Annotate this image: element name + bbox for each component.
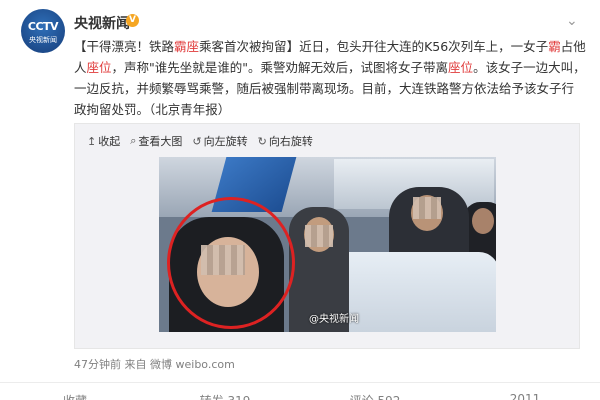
rotate-left-button[interactable]: ↺ 向左旋转 <box>192 133 247 149</box>
media-viewer: ↥ 收起 ⌕ 查看大图 ↺ 向左旋转 ↻ 向右旋转 @央视新闻 <box>74 123 580 349</box>
verified-icon: V <box>126 14 139 27</box>
photo-watermark: @央视新闻 <box>309 314 359 325</box>
post-text: 【干得漂亮！铁路霸座乘客首次被拘留】近日，包头开往大连的K56次列车上，一女子霸… <box>74 36 586 120</box>
media-toolbar: ↥ 收起 ⌕ 查看大图 ↺ 向左旋转 ↻ 向右旋转 <box>87 133 313 149</box>
highlight-3: 座位 <box>448 60 474 75</box>
face-mosaic <box>305 225 333 247</box>
tag-open: 【 <box>74 39 87 54</box>
source-prefix: 来自 <box>124 358 147 371</box>
like-button[interactable]: 2011 <box>450 392 600 400</box>
title-a: 干得漂亮！铁路 <box>86 39 175 54</box>
cctv-logo-sub: 央视新闻 <box>29 36 57 44</box>
highlight-2: 座位 <box>86 60 112 75</box>
collapse-icon: ↥ <box>87 134 97 148</box>
rotate-left-icon: ↺ <box>192 134 202 148</box>
tag-close: 】 <box>286 39 300 54</box>
author-name[interactable]: 央视新闻 <box>74 13 130 33</box>
repost-button[interactable]: 转发 319 <box>150 392 300 400</box>
post-meta: 47分钟前 来自 微博 weibo.com <box>74 356 235 372</box>
rotate-right-button[interactable]: ↻ 向右旋转 <box>258 133 313 149</box>
view-large-button[interactable]: ⌕ 查看大图 <box>130 133 182 149</box>
avatar[interactable]: CCTV 央视新闻 <box>21 9 65 53</box>
title-highlight: 霸座 <box>174 39 200 54</box>
rotate-right-icon: ↻ <box>257 134 267 148</box>
cctv-logo: CCTV <box>27 20 59 33</box>
body-a: 近日，包头开往大连的K56次列车上，一女子 <box>299 39 549 54</box>
comment-button[interactable]: 评论 592 <box>300 392 450 400</box>
face-mosaic <box>413 197 441 219</box>
collapse-button[interactable]: ↥ 收起 <box>87 133 120 149</box>
body-c: ，声称"谁先坐就是谁的"。乘警劝解无效后，试图将女子带离 <box>111 60 449 75</box>
action-bar: 收藏 转发 319 评论 592 2011 <box>0 392 600 400</box>
post-source[interactable]: 微博 weibo.com <box>150 358 235 371</box>
title-b: 乘客首次被拘留 <box>199 39 287 54</box>
post-time[interactable]: 47分钟前 <box>74 358 121 371</box>
magnifier-icon: ⌕ <box>130 134 137 147</box>
highlight-1: 霸 <box>548 39 561 54</box>
chevron-down-icon[interactable]: ⌄ <box>566 14 580 28</box>
favorite-button[interactable]: 收藏 <box>0 392 150 400</box>
highlight-circle <box>167 197 295 329</box>
divider <box>0 382 600 383</box>
post-photo[interactable]: @央视新闻 <box>159 157 496 332</box>
face <box>472 208 494 234</box>
